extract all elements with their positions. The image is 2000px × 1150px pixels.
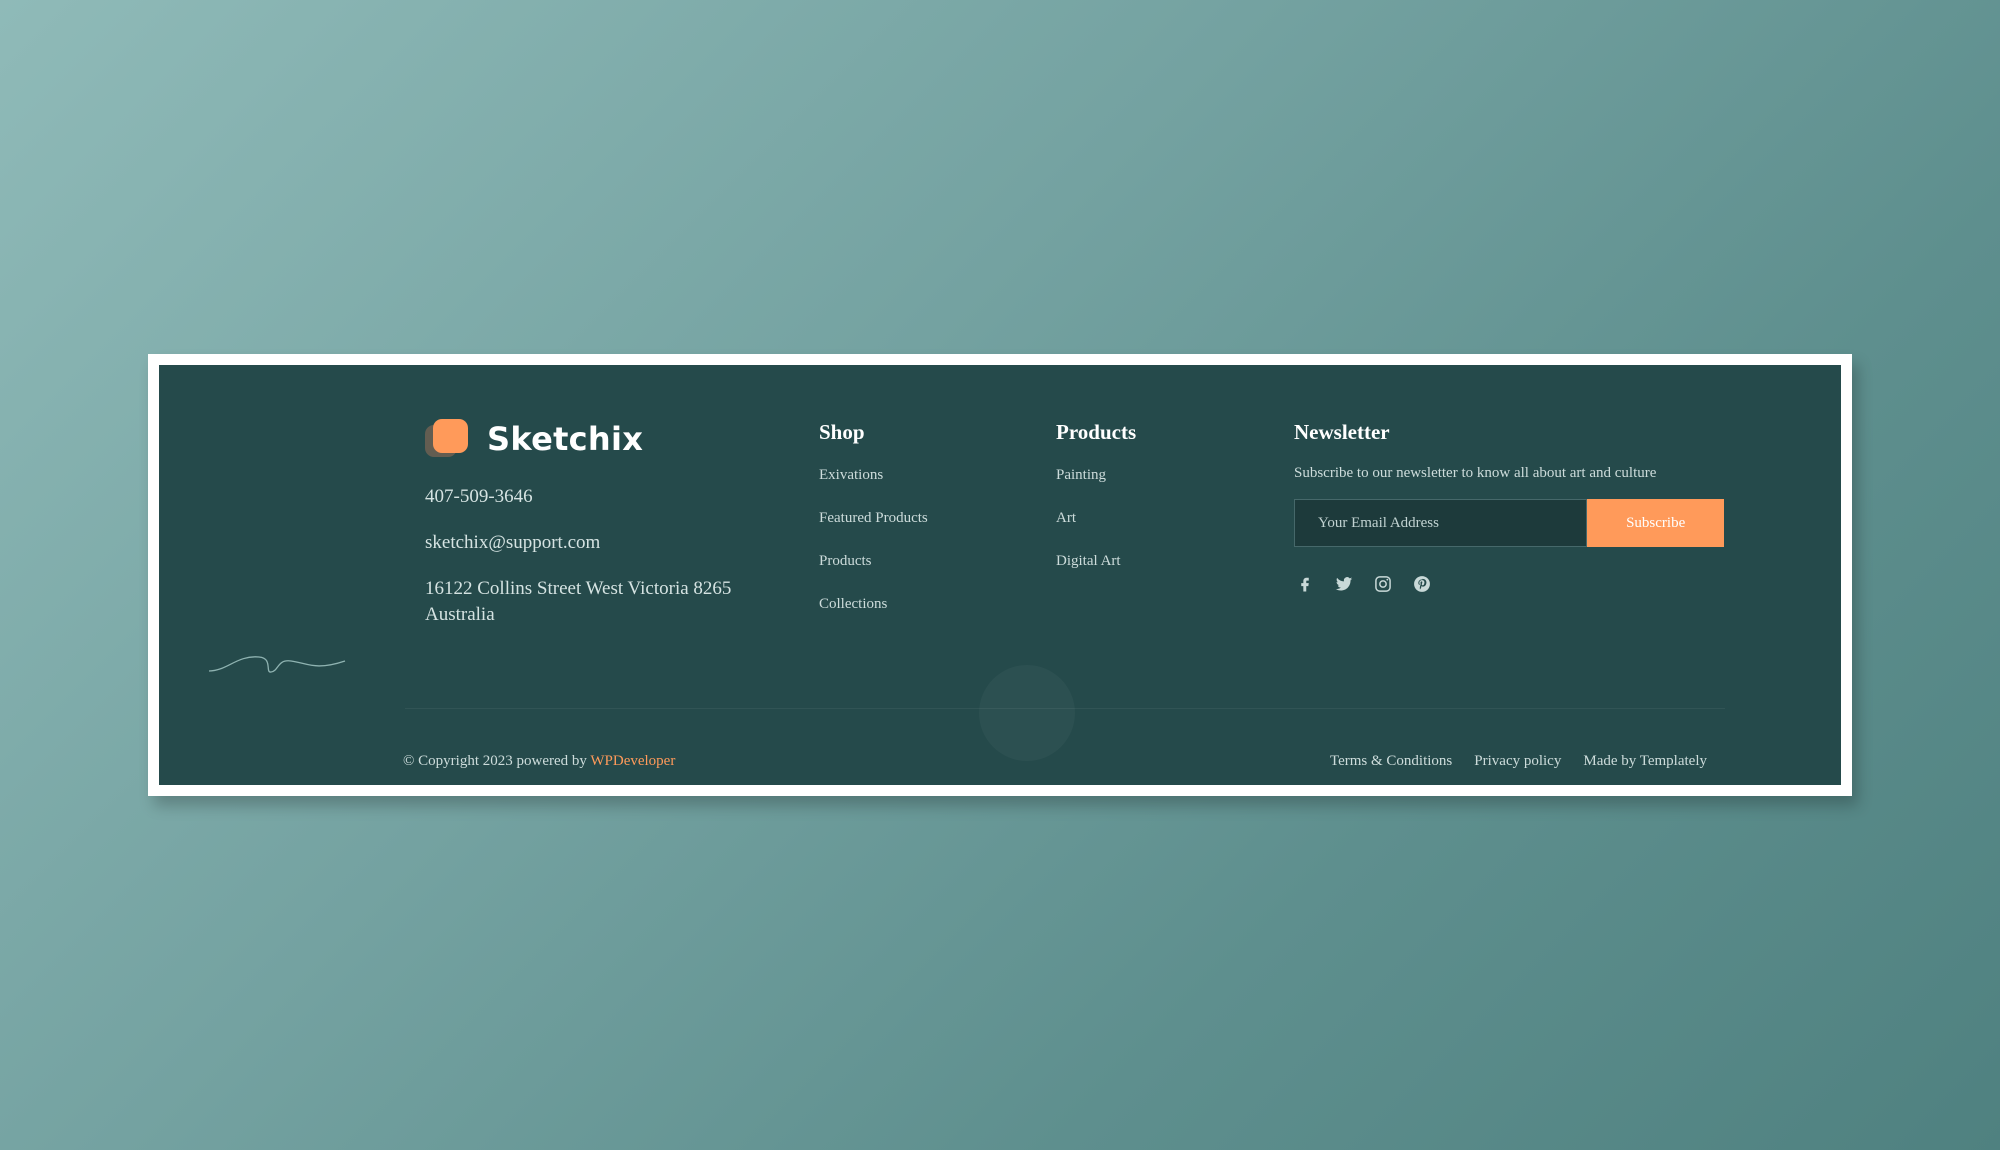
wpdeveloper-link[interactable]: WPDeveloper bbox=[590, 753, 675, 769]
pinterest-icon[interactable] bbox=[1411, 573, 1432, 594]
facebook-icon[interactable] bbox=[1294, 573, 1315, 594]
products-title: Products bbox=[1056, 420, 1137, 444]
logo-icon bbox=[425, 419, 469, 459]
shop-link-exivations[interactable]: Exivations bbox=[819, 465, 928, 508]
footer-divider bbox=[405, 708, 1725, 709]
contact-phone[interactable]: 407-509-3646 bbox=[425, 484, 785, 510]
footer-frame: Sketchix 407-509-3646 sketchix@support.c… bbox=[148, 354, 1852, 796]
brand-name: Sketchix bbox=[487, 420, 644, 458]
shop-title: Shop bbox=[819, 420, 865, 444]
footer-bottom-bar: © Copyright 2023 powered by WPDeveloper … bbox=[403, 753, 1707, 770]
shop-link-collections[interactable]: Collections bbox=[819, 594, 928, 637]
products-links: Painting Art Digital Art bbox=[1056, 465, 1136, 594]
shop-link-products[interactable]: Products bbox=[819, 551, 928, 594]
brand-column: Sketchix 407-509-3646 sketchix@support.c… bbox=[425, 419, 785, 648]
products-column: Products Painting Art Digital Art bbox=[1056, 417, 1136, 594]
squiggle-decoration bbox=[208, 656, 346, 673]
brand-logo[interactable]: Sketchix bbox=[425, 419, 785, 459]
newsletter-column: Newsletter Subscribe to our newsletter t… bbox=[1294, 417, 1724, 594]
copyright-text: © Copyright 2023 powered by bbox=[403, 753, 591, 769]
shop-link-featured-products[interactable]: Featured Products bbox=[819, 508, 928, 551]
twitter-icon[interactable] bbox=[1333, 573, 1354, 594]
privacy-link[interactable]: Privacy policy bbox=[1474, 753, 1561, 770]
legal-links: Terms & Conditions Privacy policy Made b… bbox=[1330, 753, 1707, 770]
newsletter-title: Newsletter bbox=[1294, 420, 1390, 444]
newsletter-form: Subscribe bbox=[1294, 499, 1724, 547]
copyright: © Copyright 2023 powered by WPDeveloper bbox=[403, 753, 675, 770]
contact-email[interactable]: sketchix@support.com bbox=[425, 530, 785, 556]
bubble-decoration bbox=[979, 665, 1075, 761]
contact-address: 16122 Collins Street West Victoria 8265 … bbox=[425, 578, 732, 625]
products-link-painting[interactable]: Painting bbox=[1056, 465, 1136, 508]
contact-info: 407-509-3646 sketchix@support.com 16122 … bbox=[425, 484, 785, 628]
newsletter-description: Subscribe to our newsletter to know all … bbox=[1294, 465, 1657, 481]
email-input[interactable] bbox=[1294, 499, 1588, 547]
instagram-icon[interactable] bbox=[1372, 573, 1393, 594]
subscribe-button[interactable]: Subscribe bbox=[1587, 499, 1724, 547]
shop-links: Exivations Featured Products Products Co… bbox=[819, 465, 928, 637]
terms-link[interactable]: Terms & Conditions bbox=[1330, 753, 1452, 770]
site-footer: Sketchix 407-509-3646 sketchix@support.c… bbox=[159, 365, 1841, 785]
shop-column: Shop Exivations Featured Products Produc… bbox=[819, 417, 928, 637]
social-links bbox=[1294, 573, 1724, 594]
products-link-digital-art[interactable]: Digital Art bbox=[1056, 551, 1136, 594]
templately-link[interactable]: Made by Templately bbox=[1583, 753, 1707, 770]
products-link-art[interactable]: Art bbox=[1056, 508, 1136, 551]
